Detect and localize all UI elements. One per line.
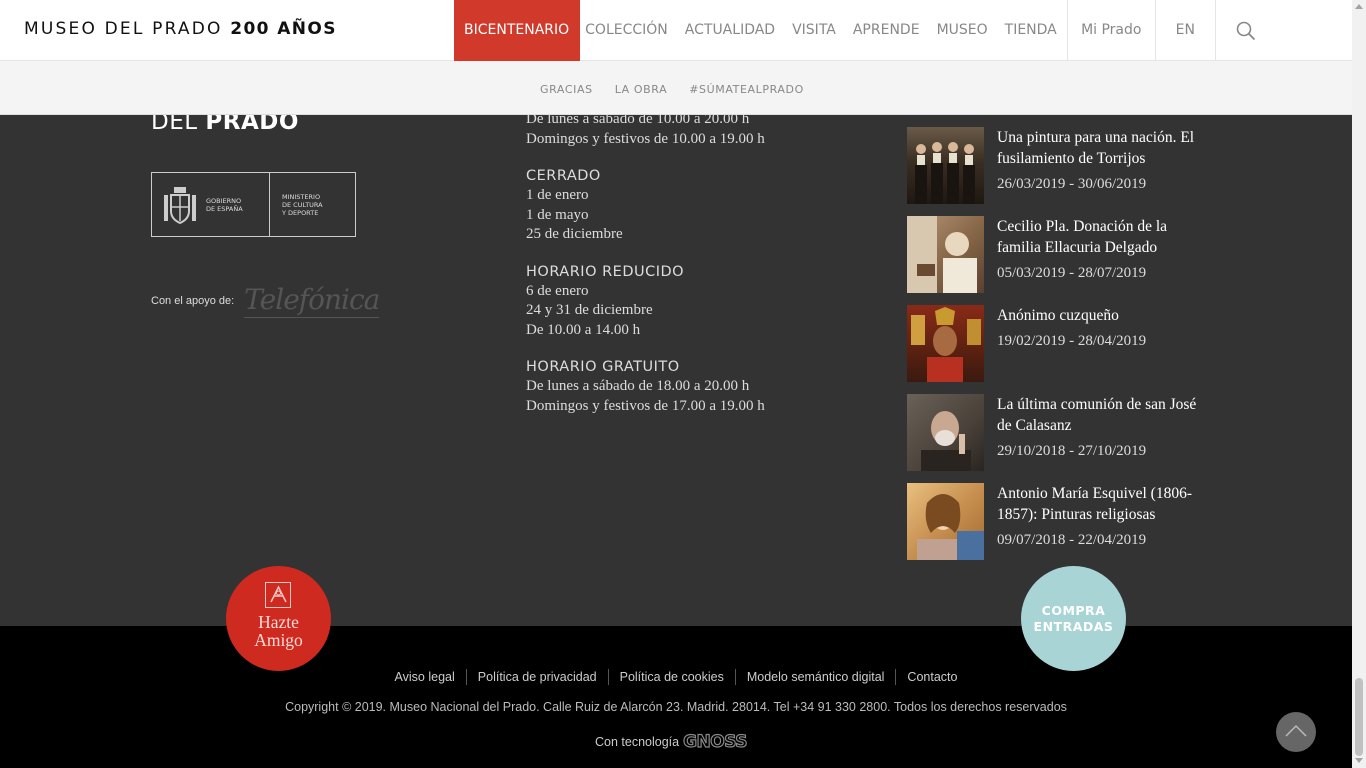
exhibition-thumbnail[interactable] — [907, 305, 984, 382]
exhibition-thumbnail[interactable] — [907, 394, 984, 471]
hours-line: 6 de enero — [526, 282, 589, 299]
hours-line: 1 de mayo — [526, 206, 589, 223]
scroll-thumb[interactable] — [1355, 678, 1363, 756]
hours-line: Domingos y festivos de 10.00 a 19.00 h — [526, 130, 765, 147]
hours-line: 1 de enero — [526, 187, 589, 203]
exhibition-title[interactable]: Cecilio Pla. Donación de la familia Ella… — [997, 216, 1207, 258]
subnav-item-la-obra[interactable]: LA OBRA — [615, 83, 668, 96]
hazte-amigo-button[interactable]: Hazte Amigo — [226, 566, 331, 671]
footer-link-contacto[interactable]: Contacto — [895, 669, 968, 685]
logo-bold-text: 200 AÑOS — [230, 19, 337, 39]
hours-line: De lunes a sábado de 10.00 a 20.00 h — [526, 115, 750, 127]
footer-link-modelo-semantico[interactable]: Modelo semántico digital — [734, 669, 896, 685]
nav-item-visita[interactable]: VISITA — [780, 0, 841, 61]
nav-item-museo[interactable]: MUSEO — [925, 0, 993, 61]
compra-line: COMPRA — [1041, 603, 1106, 618]
prado-brand: DEL PRADO — [151, 115, 299, 135]
hours-line: 25 de diciembre — [526, 226, 623, 242]
scroll-up-arrow-icon[interactable] — [1355, 4, 1363, 9]
sponsor-block: Con el apoyo de: Telefónica — [151, 283, 380, 318]
gov-text-line: GOBIERNO — [206, 196, 242, 205]
hours-line: De 10.00 a 14.00 h — [526, 321, 641, 338]
footer-links: Aviso legal Política de privacidad Polít… — [0, 669, 1352, 685]
hours-title-cerrado: CERRADO — [526, 168, 601, 184]
chevron-up-icon — [1285, 724, 1307, 737]
footer-link-cookies[interactable]: Política de cookies — [607, 669, 735, 685]
nav-item-actualidad[interactable]: ACTUALIDAD — [673, 0, 780, 61]
exhibition-item[interactable]: Cecilio Pla. Donación de la familia Ella… — [907, 216, 1207, 305]
amigos-logo-icon — [265, 582, 291, 608]
exhibition-title[interactable]: Una pintura para una nación. El fusilami… — [997, 127, 1207, 169]
main-nav: BICENTENARIO COLECCIÓN ACTUALIDAD VISITA… — [454, 0, 1277, 61]
gnoss-logo[interactable]: GNOSS — [682, 731, 748, 752]
nav-item-bicentenario[interactable]: BICENTENARIO — [454, 0, 581, 61]
nav-item-tienda[interactable]: TIENDA — [993, 0, 1067, 61]
copyright-text: Copyright © 2019. Museo Nacional del Pra… — [285, 700, 1067, 714]
sub-nav: GRACIAS LA OBRA #SÚMATEALPRADO — [0, 61, 1352, 115]
hours-line: Domingos y festivos de 17.00 a 19.00 h — [526, 397, 765, 414]
government-logo[interactable]: GOBIERNO DE ESPAÑA MINISTERIO DE CULTURA… — [151, 172, 356, 237]
search-icon — [1236, 21, 1255, 41]
exhibition-thumbnail[interactable] — [907, 216, 984, 293]
exhibitions-list: Una pintura para una nación. El fusilami… — [907, 127, 1207, 572]
brand-regular: DEL — [151, 115, 198, 135]
language-switch[interactable]: EN — [1154, 0, 1215, 61]
exhibition-dates: 26/03/2019 - 30/06/2019 — [997, 176, 1147, 192]
exhibition-title[interactable]: Anónimo cuzqueño — [997, 305, 1146, 326]
exhibition-thumbnail[interactable] — [907, 127, 984, 204]
search-button[interactable] — [1214, 0, 1277, 61]
amigo-line: Hazte — [258, 612, 299, 632]
footer-link-aviso-legal[interactable]: Aviso legal — [384, 669, 466, 685]
nav-item-coleccion[interactable]: COLECCIÓN — [580, 0, 673, 61]
ministry-text-line: DE CULTURA — [282, 200, 323, 209]
logo-text: MUSEO DEL PRADO — [24, 19, 223, 39]
exhibition-title[interactable]: Antonio María Esquivel (1806-1857): Pint… — [997, 483, 1207, 525]
exhibition-item[interactable]: La última comunión de san José de Calasa… — [907, 394, 1207, 483]
sponsor-label: Con el apoyo de: — [151, 294, 235, 307]
exhibition-thumbnail[interactable] — [907, 483, 984, 560]
hours-title-reducido: HORARIO REDUCIDO — [526, 263, 685, 280]
exhibition-item[interactable]: Una pintura para una nación. El fusilami… — [907, 127, 1207, 216]
subnav-item-gracias[interactable]: GRACIAS — [540, 83, 593, 96]
site-footer: Aviso legal Política de privacidad Polít… — [0, 626, 1352, 768]
amigo-line: Amigo — [254, 630, 303, 650]
coat-of-arms-icon — [164, 186, 196, 224]
site-logo[interactable]: MUSEO DEL PRADO 200 AÑOS — [24, 19, 337, 39]
ministry-text-line: MINISTERIO — [282, 192, 321, 201]
page-scrollbar[interactable] — [1352, 0, 1366, 768]
tech-label: Con tecnología — [595, 735, 680, 749]
exhibition-item[interactable]: Antonio María Esquivel (1806-1857): Pint… — [907, 483, 1207, 572]
exhibition-dates: 19/02/2019 - 28/04/2019 — [997, 333, 1147, 349]
technology-credit: Con tecnología GNOSS — [595, 731, 748, 752]
exhibition-dates: 09/07/2018 - 22/04/2019 — [997, 532, 1147, 548]
exhibition-dates: 29/10/2018 - 27/10/2019 — [997, 443, 1147, 459]
subnav-item-sumatealprado[interactable]: #SÚMATEALPRADO — [689, 83, 804, 96]
exhibition-dates: 05/03/2019 - 28/07/2019 — [997, 265, 1147, 281]
mi-prado-link[interactable]: Mi Prado — [1066, 0, 1155, 61]
hours-line: 24 y 31 de diciembre — [526, 302, 653, 318]
opening-hours: De lunes a sábado de 10.00 a 20.00 h Dom… — [526, 115, 856, 416]
compra-line: ENTRADAS — [1033, 619, 1114, 634]
footer-info-section: DEL PRADO GOBIERNO DE ESPAÑA MINISTERIO … — [0, 115, 1352, 626]
telefonica-logo[interactable]: Telefónica — [244, 283, 380, 318]
footer-link-privacidad[interactable]: Política de privacidad — [465, 669, 608, 685]
back-to-top-button[interactable] — [1276, 712, 1316, 752]
hours-title-gratuito: HORARIO GRATUITO — [526, 359, 680, 375]
exhibition-item[interactable]: Anónimo cuzqueño 19/02/2019 - 28/04/2019 — [907, 305, 1207, 394]
scroll-down-arrow-icon[interactable] — [1355, 758, 1363, 763]
exhibition-title[interactable]: La última comunión de san José de Calasa… — [997, 394, 1207, 436]
brand-bold: PRADO — [205, 115, 299, 135]
hours-line: De lunes a sábado de 18.00 a 20.00 h — [526, 378, 750, 394]
site-header: MUSEO DEL PRADO 200 AÑOS BICENTENARIO CO… — [0, 0, 1352, 61]
ministry-text-line: Y DEPORTE — [282, 208, 319, 217]
gov-text-line: DE ESPAÑA — [206, 204, 243, 213]
nav-item-aprende[interactable]: APRENDE — [841, 0, 925, 61]
compra-entradas-button[interactable]: COMPRA ENTRADAS — [1021, 566, 1126, 671]
